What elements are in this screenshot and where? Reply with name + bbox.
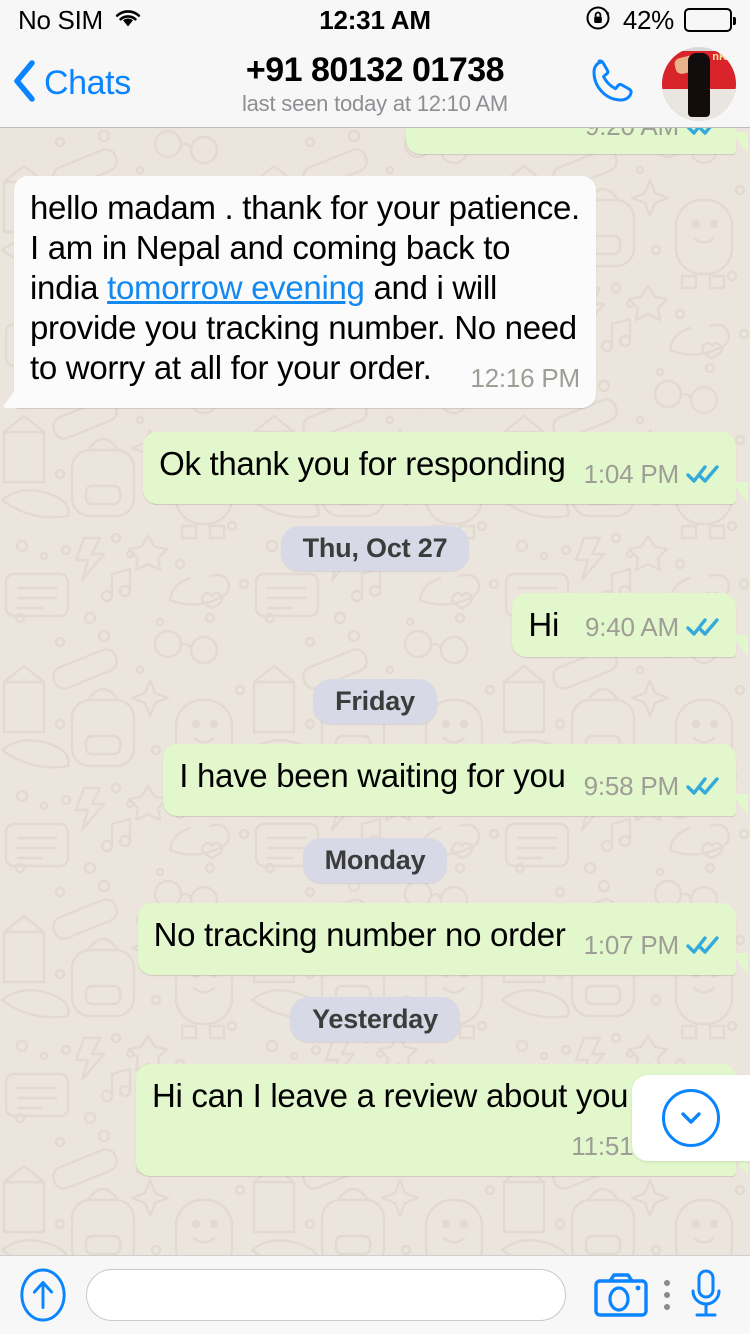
read-receipt-ticks [686,465,719,483]
message-row: I have been waiting for you 9:58 PM [14,744,748,816]
battery-icon [684,8,736,32]
message-input-bar [0,1255,750,1334]
contact-avatar[interactable]: nKa [662,46,736,121]
message-text: Hi can I leave a review about you [152,1077,629,1114]
contact-last-seen: last seen today at 12:10 AM [241,90,509,116]
message-row: hello madam . thank for your patience. I… [2,176,736,408]
message-timestamp: 9:40 AM [585,612,679,642]
status-bar-right: 42% [585,4,736,37]
battery-percentage: 42% [622,4,674,35]
message-input[interactable] [86,1269,566,1321]
carrier-label: No SIM [18,4,103,35]
more-options-icon[interactable] [650,1280,684,1310]
read-receipt-ticks [686,936,719,954]
message-meta: 9:40 AM [585,607,720,647]
message-text: I have been waiting for you [179,757,566,794]
message-meta: 1:04 PM [584,454,720,494]
message-text: Hi [528,606,559,643]
message-timestamp: 1:04 PM [583,459,680,489]
status-bar: No SIM 12:31 AM 42% [0,0,750,40]
chevron-left-icon [10,58,38,109]
message-row: Hi can I leave a review about you 11:51 P… [14,1064,748,1176]
date-divider-row: Thu, Oct 27 [14,526,736,571]
message-timestamp: 1:07 PM [583,930,680,960]
read-receipt-ticks [686,777,719,795]
avatar-hair-product [688,52,710,117]
read-receipt-ticks [686,128,712,135]
camera-icon[interactable] [592,1271,650,1319]
wifi-icon [113,7,143,34]
date-divider-row: Monday [14,838,736,883]
message-meta: 12:16 PM [470,358,580,398]
message-timestamp: 9:58 PM [583,771,680,801]
date-divider-row: Friday [14,679,736,724]
phone-call-icon[interactable] [584,53,640,114]
message-row: No tracking number no order 1:07 PM [14,903,749,975]
chat-title-block: +91 80132 01738 last seen today at 12:10… [200,50,550,118]
date-divider-label: Yesterday [290,997,460,1042]
scroll-to-bottom-button[interactable] [632,1075,750,1161]
message-row: Ok thank you for responding 1:04 PM [14,432,748,504]
rotation-lock-icon [585,4,613,37]
message-bubble[interactable]: hello madam . thank for your patience. I… [2,176,596,408]
dot [664,1292,670,1298]
read-receipt [686,128,720,138]
chat-header-actions: nKa [584,46,736,121]
read-receipt [686,933,720,957]
arrow-up-circle-icon[interactable] [18,1267,68,1323]
message-row: 9:20 AM [14,128,748,154]
chat-message-list[interactable]: 9:20 AM hello madam . thank for your pati… [0,128,750,1255]
chat-scroll-container[interactable]: 9:20 AM hello madam . thank for your pati… [2,128,749,1255]
message-bubble[interactable]: Ok thank you for responding 1:04 PM [143,432,748,504]
message-bubble[interactable]: Hi 9:40 AM [512,593,748,657]
message-link[interactable]: tomorrow evening [107,269,365,306]
message-row: Hi 9:40 AM [14,593,748,657]
back-to-chats-button[interactable]: Chats [10,58,131,109]
contact-name: +91 80132 01738 [245,50,505,89]
read-receipt [686,774,720,798]
date-divider-label: Friday [313,679,437,724]
chat-header: Chats +91 80132 01738 last seen today at… [0,40,750,128]
back-button-label: Chats [44,64,131,102]
dot [664,1304,670,1310]
status-bar-left: No SIM [18,5,143,36]
dot [664,1280,670,1286]
microphone-icon[interactable] [684,1267,728,1323]
date-divider-label: Monday [302,838,448,883]
message-meta: 9:20 AM [585,128,720,146]
whatsapp-chat-screen: No SIM 12:31 AM 42% Chats +91 80132 0173… [0,0,750,1334]
message-bubble[interactable]: No tracking number no order 1:07 PM [137,903,749,975]
message-meta: 1:07 PM [584,925,720,965]
message-text: No tracking number no order [153,916,566,953]
chevron-down-icon [662,1089,720,1147]
read-receipt [686,462,720,486]
message-bubble[interactable]: 9:20 AM [406,128,748,154]
read-receipt-ticks [686,618,719,636]
avatar-brand-text: nKa [712,50,733,63]
date-divider-label: Thu, Oct 27 [280,526,470,571]
read-receipt [686,615,720,639]
message-bubble[interactable]: I have been waiting for you 9:58 PM [163,744,748,816]
message-meta: 9:58 PM [584,766,720,806]
message-text: Ok thank you for responding [159,445,566,482]
message-timestamp: 12:16 PM [470,363,580,393]
date-divider-row: Yesterday [14,997,736,1042]
message-timestamp: 9:20 AM [585,128,679,146]
